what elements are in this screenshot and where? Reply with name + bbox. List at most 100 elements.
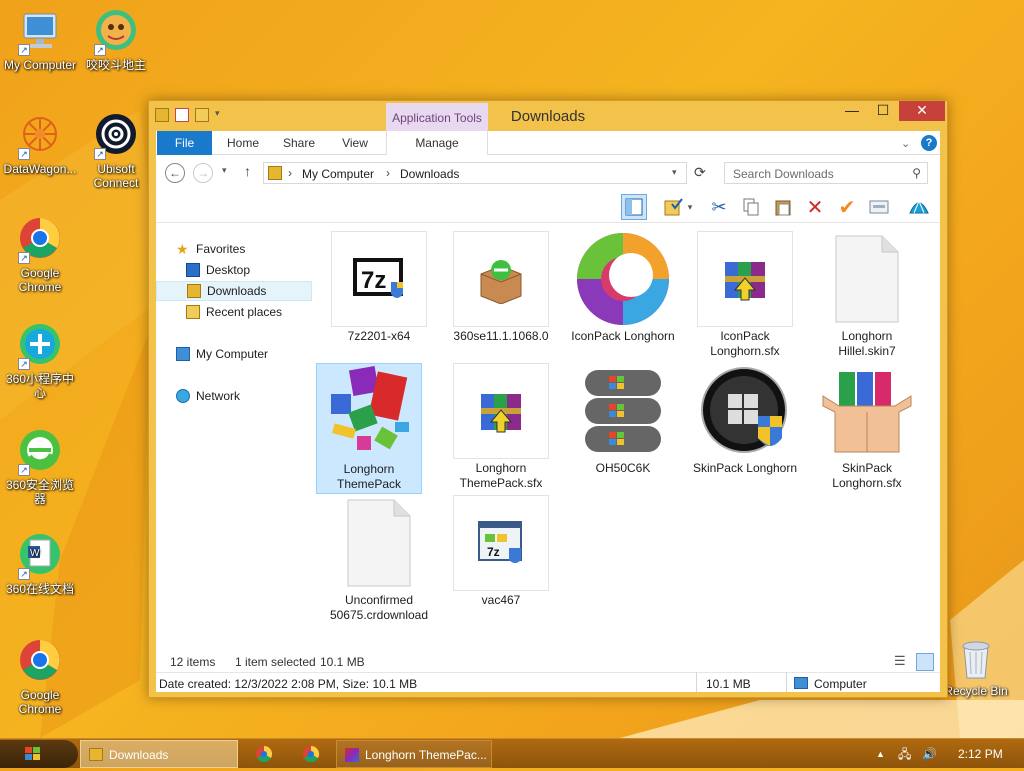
desktop-icon-chrome[interactable]: ↗ Google Chrome (0, 216, 80, 294)
close-button[interactable]: ✕ (899, 101, 945, 121)
ubisoft-icon: ↗ (92, 112, 140, 160)
nav-label: Downloads (207, 284, 267, 298)
desktop-icon-ubisoft[interactable]: ↗ Ubisoft Connect (76, 112, 156, 190)
game-face-icon: ↗ (92, 8, 140, 56)
file-name: 360se11.1.1068.0 (453, 329, 549, 343)
back-button[interactable]: ← (165, 163, 185, 183)
copy-icon[interactable] (738, 194, 764, 220)
desktop-icon-360-applet[interactable]: ↗ 360小程序中心 (0, 322, 80, 400)
desktop-icon-360-browser[interactable]: ↗ 360安全浏览器 (0, 428, 80, 506)
star-icon: ★ (176, 241, 189, 257)
details-view-icon[interactable]: ☰ (894, 653, 912, 671)
help-icon[interactable]: ? (921, 135, 937, 151)
file-item[interactable]: Unconfirmed 50675.crdownload (326, 495, 432, 623)
search-input[interactable]: Search Downloads ⚲ (724, 162, 928, 184)
cut-icon[interactable]: ✂ (706, 194, 732, 220)
desktop-icon-datawagon[interactable]: ↗ DataWagon... (0, 112, 80, 176)
desktop-icon-label: Google Chrome (18, 266, 62, 294)
desktop-icon-chrome-2[interactable]: Google Chrome (0, 638, 80, 716)
tab-view[interactable]: View (330, 131, 380, 155)
file-item[interactable]: Longhorn Hillel.skin7 (814, 231, 920, 359)
tab-home[interactable]: Home (218, 131, 268, 155)
tab-share[interactable]: Share (274, 131, 324, 155)
file-item[interactable]: SkinPack Longhorn.sfx (814, 363, 920, 491)
nav-desktop[interactable]: Desktop (186, 260, 250, 280)
refresh-icon[interactable]: ⟳ (694, 164, 714, 184)
file-name: SkinPack Longhorn (692, 461, 798, 475)
large-icons-view-icon[interactable] (916, 653, 934, 671)
nav-label: Recent places (206, 305, 283, 319)
chrome-taskbar-icon[interactable] (302, 745, 320, 763)
select-dropdown-icon[interactable]: ▾ (683, 194, 697, 220)
task-themepack[interactable]: Longhorn ThemePac... (336, 740, 492, 768)
file-item[interactable]: OH50C6K (570, 363, 676, 476)
folder-icon (89, 748, 103, 761)
file-item[interactable]: IconPack Longhorn (570, 231, 676, 344)
monitor-icon: ↗ (16, 8, 64, 56)
desktop-icon-360-docs[interactable]: W ↗ 360在线文档 (0, 532, 80, 596)
minimize-button[interactable]: — (837, 101, 867, 121)
tab-file[interactable]: File (157, 131, 212, 155)
volume-icon[interactable]: 🔊 (922, 739, 937, 769)
360-browser-icon: ↗ (16, 428, 64, 476)
file-item[interactable]: 7z vac467 (448, 495, 554, 608)
nav-label: Network (196, 389, 241, 403)
shell-icon[interactable] (906, 194, 932, 220)
delete-icon[interactable]: ✕ (802, 194, 828, 220)
file-name: Unconfirmed 50675.crdownload (329, 593, 429, 622)
file-item[interactable]: 360se11.1.1068.0 (448, 231, 554, 344)
recycle-bin-icon (952, 636, 1000, 682)
breadcrumb-my-computer[interactable]: My Computer (302, 167, 374, 181)
recent-locations-icon[interactable]: ▾ (222, 165, 227, 176)
file-item[interactable]: 7z 7z2201-x64 (326, 231, 432, 344)
task-downloads[interactable]: Downloads (80, 740, 238, 768)
tab-manage[interactable]: Manage (386, 131, 488, 155)
maximize-button[interactable]: ☐ (868, 101, 898, 121)
chrome-taskbar-icon[interactable] (255, 745, 273, 763)
details-divider (696, 672, 697, 692)
title-bar[interactable]: ▾ Application Tools Downloads — ☐ ✕ (149, 101, 947, 131)
desktop-icon-my-computer[interactable]: ↗ My Computer (0, 8, 80, 72)
breadcrumb[interactable]: › My Computer › Downloads ▾ (263, 162, 687, 184)
clock[interactable]: 2:12 PM (958, 739, 1003, 769)
nav-favorites[interactable]: ★ Favorites (176, 239, 245, 259)
nav-my-computer[interactable]: My Computer (176, 344, 268, 364)
preview-pane-icon[interactable] (621, 194, 647, 220)
breadcrumb-downloads[interactable]: Downloads (400, 167, 459, 181)
downloads-folder-icon (187, 284, 201, 298)
nav-downloads[interactable]: Downloads (156, 281, 312, 301)
desktop-icon-recycle-bin[interactable]: Recycle Bin (936, 636, 1016, 698)
start-button[interactable] (0, 740, 78, 768)
forward-button[interactable]: → (193, 163, 213, 183)
360-applet-icon: ↗ (16, 322, 64, 370)
file-item-selected[interactable]: Longhorn ThemePack (316, 363, 422, 494)
details-divider (786, 672, 787, 692)
network-tray-icon[interactable]: 🖧 (898, 739, 911, 769)
taskbar: Downloads Longhorn ThemePac... ▲ 🖧 🔊 2:1… (0, 738, 1024, 768)
rename-check-icon[interactable]: ✔ (834, 194, 860, 220)
file-name: Longhorn Hillel.skin7 (838, 329, 896, 358)
nav-label: Favorites (196, 242, 246, 256)
svg-text:7z: 7z (361, 267, 386, 294)
ribbon-expand-icon[interactable]: ⌄ (901, 137, 910, 150)
search-icon: ⚲ (912, 166, 921, 180)
file-item[interactable]: SkinPack Longhorn (692, 363, 798, 476)
datawagon-icon: ↗ (16, 112, 64, 160)
show-hidden-icons-icon[interactable]: ▲ (876, 739, 885, 769)
7zip-installer-icon: 7z (331, 231, 427, 327)
selection-count: 1 item selected (235, 655, 316, 669)
address-dropdown-icon[interactable]: ▾ (672, 167, 677, 178)
nav-label: Desktop (206, 263, 251, 277)
task-label: Longhorn ThemePac... (365, 748, 487, 762)
file-item[interactable]: IconPack Longhorn.sfx (692, 231, 798, 359)
360-docs-icon: W ↗ (16, 532, 64, 580)
properties-icon[interactable] (866, 194, 892, 220)
nav-network[interactable]: Network (176, 386, 240, 406)
file-item[interactable]: Longhorn ThemePack.sfx (448, 363, 554, 491)
nav-recent-places[interactable]: Recent places (186, 302, 282, 322)
file-name: vac467 (481, 593, 521, 607)
up-button[interactable]: ↑ (244, 163, 251, 179)
paste-icon[interactable] (770, 194, 796, 220)
desktop-icon-label: 360安全浏览器 (5, 478, 75, 506)
desktop-icon-game[interactable]: ↗ 咬咬斗地主 (76, 8, 156, 72)
